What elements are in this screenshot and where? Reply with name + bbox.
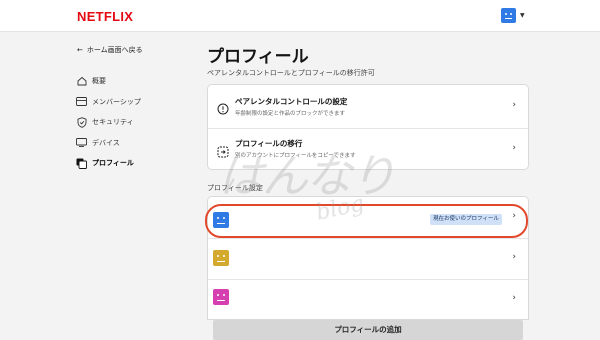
add-profile-button[interactable]: プロフィールの追加 — [213, 320, 523, 340]
watermark-logo: はんなり — [218, 149, 396, 203]
profiles-icon — [76, 158, 87, 169]
sidebar-item-membership[interactable]: メンバーシップ — [76, 92, 196, 113]
highlight-annotation — [205, 204, 528, 238]
row-description: 年齢制限の設定と作品のブロックができます — [235, 111, 346, 117]
arrow-left-icon: ← — [77, 46, 83, 54]
page-title: プロフィール — [207, 47, 309, 67]
profile-row[interactable]: › — [208, 238, 528, 279]
sidebar-item-security[interactable]: セキュリティ — [76, 112, 196, 133]
chevron-right-icon: › — [512, 252, 516, 262]
shield-icon — [76, 116, 87, 128]
sidebar-item-label: 概要 — [92, 77, 106, 86]
profile-row[interactable]: › — [208, 279, 528, 320]
sidebar-item-label: メンバーシップ — [92, 97, 141, 106]
sidebar-item-overview[interactable]: 概要 — [76, 71, 196, 92]
caret-down-icon[interactable]: ▼ — [520, 12, 525, 19]
profile-avatar-icon — [213, 289, 229, 305]
profile-avatar-icon — [213, 250, 229, 266]
home-icon — [76, 76, 87, 87]
card-icon — [76, 96, 87, 107]
profile-avatar-button[interactable] — [501, 8, 516, 23]
chevron-right-icon: › — [512, 100, 516, 110]
device-icon — [76, 137, 87, 148]
netflix-logo[interactable]: NETFLIX — [77, 9, 133, 24]
row-title: ペアレンタルコントロールの設定 — [235, 97, 348, 106]
alert-circle-icon — [217, 100, 229, 115]
back-link-label: ホーム画面へ戻る — [86, 46, 143, 54]
account-sidebar-nav: 概要 メンバーシップ セキュリティ デバイス プロフィール — [76, 71, 196, 174]
chevron-right-icon: › — [512, 293, 516, 303]
page-subtitle: ペアレンタルコントロールとプロフィールの移行許可 — [207, 69, 375, 77]
sidebar-item-label: セキュリティ — [92, 118, 134, 127]
sidebar-item-label: プロフィール — [92, 159, 134, 168]
sidebar-item-label: デバイス — [92, 138, 120, 147]
chevron-right-icon: › — [512, 143, 516, 153]
parental-controls-row[interactable]: ペアレンタルコントロールの設定 年齢制限の設定と作品のブロックができます › — [208, 85, 528, 128]
top-bar: NETFLIX ▼ — [0, 0, 600, 32]
back-to-home-link[interactable]: ← ホーム画面へ戻る — [77, 45, 143, 55]
sidebar-item-profiles[interactable]: プロフィール — [76, 153, 196, 174]
sidebar-item-devices[interactable]: デバイス — [76, 133, 196, 154]
